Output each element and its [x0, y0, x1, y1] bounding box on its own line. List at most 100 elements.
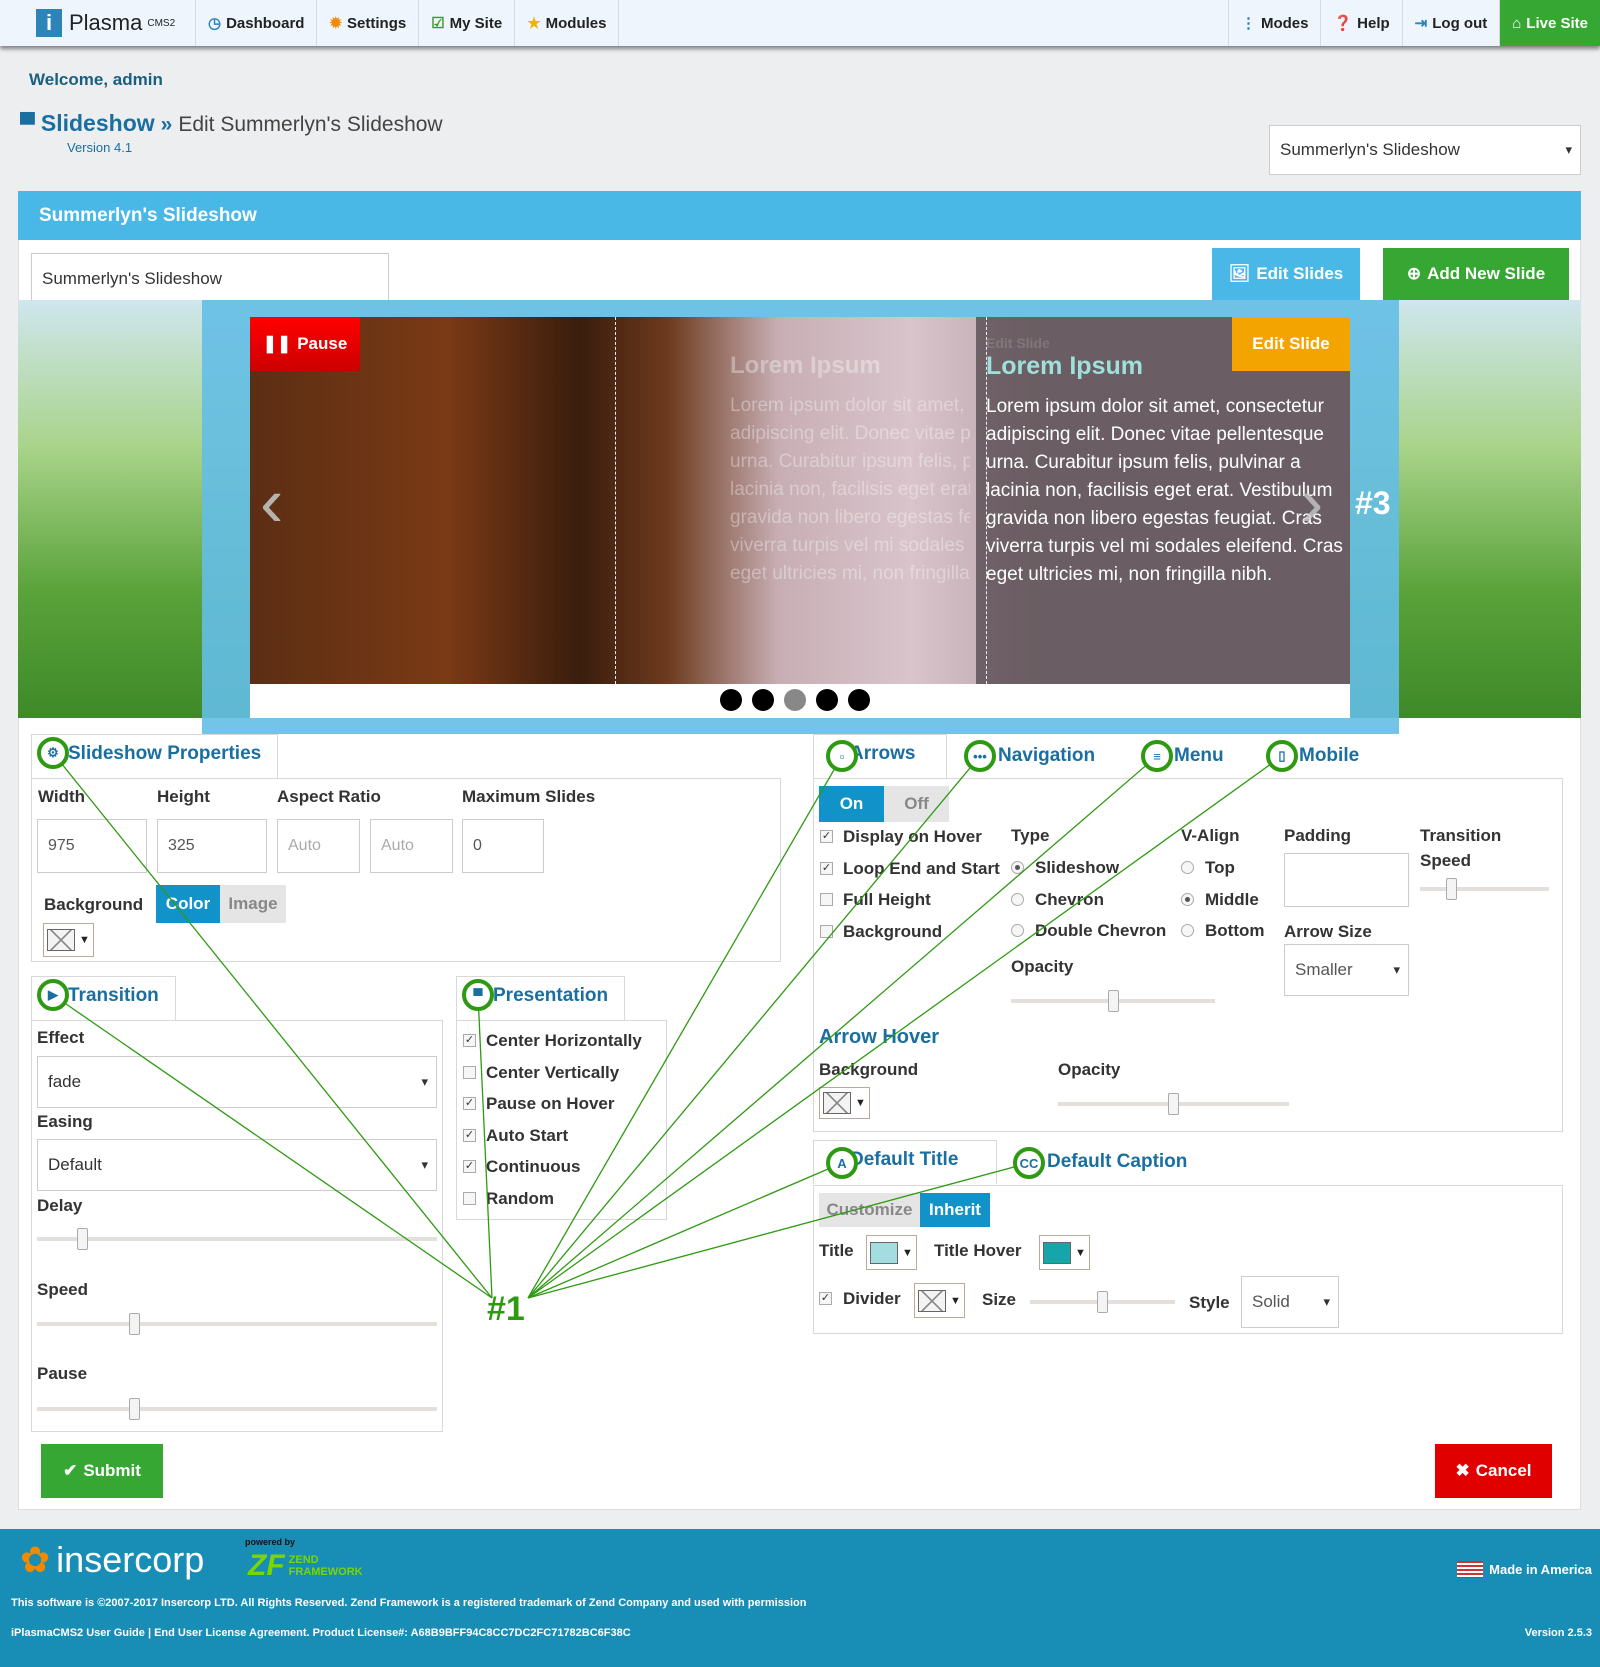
customize-option[interactable]: Customize [819, 1193, 920, 1227]
checkbox[interactable] [463, 1191, 476, 1205]
nav-logout[interactable]: ⇥ Log out [1403, 0, 1501, 46]
nav-help[interactable]: ❓ Help [1321, 0, 1403, 46]
footer-links[interactable]: iPlasmaCMS2 User Guide | End User Licens… [11, 1627, 631, 1639]
arrow-opacity-slider[interactable] [1011, 990, 1215, 1012]
slide-dot[interactable] [848, 689, 870, 711]
divider-color-picker[interactable]: ▼ [914, 1283, 965, 1318]
empty-color-icon [47, 929, 75, 951]
slider-handle[interactable] [1446, 878, 1457, 900]
radio[interactable] [1011, 861, 1024, 874]
option-label: Center Horizontally [486, 1031, 642, 1050]
option-label: Chevron [1035, 889, 1104, 909]
empty-color-icon [823, 1092, 851, 1114]
checkbox[interactable]: ✓ [820, 861, 833, 875]
slider-handle[interactable] [129, 1398, 140, 1420]
pause-button[interactable]: ❚❚ Pause [250, 317, 360, 371]
height-input[interactable]: 325 [157, 819, 267, 873]
checkbox[interactable]: ✓ [463, 1097, 476, 1110]
option-label: Random [486, 1188, 554, 1208]
divider-checkbox[interactable]: ✓ [819, 1292, 832, 1305]
slideshow-name-input[interactable]: Summerlyn's Slideshow [31, 253, 389, 305]
title-hover-color-picker[interactable]: ▼ [1039, 1235, 1090, 1270]
checkbox[interactable]: ✓ [463, 1160, 476, 1173]
radio[interactable] [1011, 924, 1024, 937]
pause-slider[interactable] [37, 1398, 437, 1420]
effect-select[interactable]: fade [37, 1056, 437, 1108]
slider-handle[interactable] [1168, 1093, 1179, 1115]
background-color-picker[interactable]: ▼ [43, 923, 94, 957]
divider-style-select[interactable]: Solid [1241, 1276, 1339, 1328]
font-icon: A [826, 1147, 858, 1179]
prev-arrow-icon[interactable]: ‹ [260, 462, 283, 542]
off-option[interactable]: Off [884, 786, 949, 822]
edit-slides-button[interactable]: 🖼 Edit Slides [1212, 248, 1360, 300]
slider-handle[interactable] [129, 1313, 140, 1335]
aspect-height-input[interactable]: Auto [370, 819, 453, 873]
width-input[interactable]: 975 [37, 819, 147, 873]
nav-live-site[interactable]: ⌂ Live Site [1500, 0, 1600, 46]
inherit-option[interactable]: Inherit [920, 1193, 990, 1227]
slide-dot[interactable] [816, 689, 838, 711]
checkbox[interactable] [463, 1065, 476, 1079]
checkbox[interactable]: ✓ [463, 1128, 476, 1142]
option-label: Center Vertically [486, 1062, 620, 1082]
slide-dot[interactable] [752, 689, 774, 711]
divider-size-slider[interactable] [1030, 1291, 1175, 1313]
slider-handle[interactable] [1108, 990, 1119, 1012]
radio[interactable] [1181, 924, 1194, 937]
arrow-size-select[interactable]: Smaller [1284, 944, 1409, 996]
arrow-size-label: Arrow Size [1284, 922, 1372, 941]
easing-select[interactable]: Default [37, 1139, 437, 1191]
color-option[interactable]: Color [156, 885, 220, 923]
checkbox[interactable] [820, 924, 833, 938]
nav-my-site[interactable]: ☑ My Site [419, 0, 516, 46]
nav-modules[interactable]: ★ Modules [515, 0, 620, 46]
checkbox[interactable]: ✓ [820, 830, 833, 843]
slide-dot[interactable] [720, 689, 742, 711]
title-color-picker[interactable]: ▼ [866, 1235, 917, 1270]
empty-color-icon [918, 1289, 946, 1312]
padding-label: Padding [1284, 826, 1352, 845]
next-arrow-icon[interactable]: › [1300, 462, 1323, 542]
title-mode-toggle: Customize Inherit [819, 1193, 990, 1227]
option-label: Continuous [486, 1157, 581, 1176]
type-label: Type [1011, 826, 1050, 845]
submit-button[interactable]: ✔ Submit [41, 1444, 163, 1498]
nav-dashboard[interactable]: ◷ Dashboard [196, 0, 318, 46]
slide-dot[interactable] [784, 689, 806, 711]
delay-slider[interactable] [37, 1228, 437, 1250]
slideshow-select[interactable]: Summerlyn's Slideshow [1269, 125, 1581, 175]
cancel-button[interactable]: ✖ Cancel [1435, 1444, 1552, 1498]
speed-slider[interactable] [37, 1313, 437, 1335]
checkbox[interactable]: ✓ [463, 1034, 476, 1047]
max-slides-input[interactable]: 0 [462, 819, 544, 873]
radio[interactable] [1011, 892, 1024, 906]
aspect-width-input[interactable]: Auto [277, 819, 360, 873]
nav-settings[interactable]: ✹ Settings [317, 0, 420, 46]
arrow-hover-title: Arrow Hover [819, 1026, 940, 1048]
edit-icon: ☑ [431, 15, 445, 32]
logo[interactable]: i Plasma CMS2 [0, 0, 196, 46]
width-label: Width [38, 787, 86, 806]
add-new-slide-button[interactable]: ⊕ Add New Slide [1383, 248, 1569, 300]
on-option[interactable]: On [819, 786, 884, 822]
hover-opacity-slider[interactable] [1058, 1093, 1289, 1115]
checkbox[interactable] [820, 893, 833, 906]
radio[interactable] [1181, 892, 1194, 906]
welcome-text: Welcome, admin [29, 70, 163, 89]
slider-handle[interactable] [1097, 1291, 1108, 1313]
nav-modes[interactable]: ⋮ Modes [1229, 0, 1322, 46]
dashboard-icon: ◷ [208, 15, 222, 32]
arrow-speed-slider[interactable] [1420, 878, 1549, 900]
radio[interactable] [1181, 861, 1194, 874]
transition-speed-label-2: Speed [1420, 851, 1472, 870]
hover-background-picker[interactable]: ▼ [819, 1087, 870, 1119]
color-swatch [870, 1241, 898, 1264]
version-text: Version 4.1 [67, 140, 133, 155]
slider-handle[interactable] [77, 1228, 88, 1250]
title-hover-label: Title Hover [934, 1241, 1022, 1260]
image-option[interactable]: Image [220, 885, 286, 923]
padding-input[interactable] [1284, 853, 1409, 907]
breadcrumb-section[interactable]: Slideshow [41, 110, 155, 137]
dropdown-icon: ▼ [902, 1246, 913, 1259]
